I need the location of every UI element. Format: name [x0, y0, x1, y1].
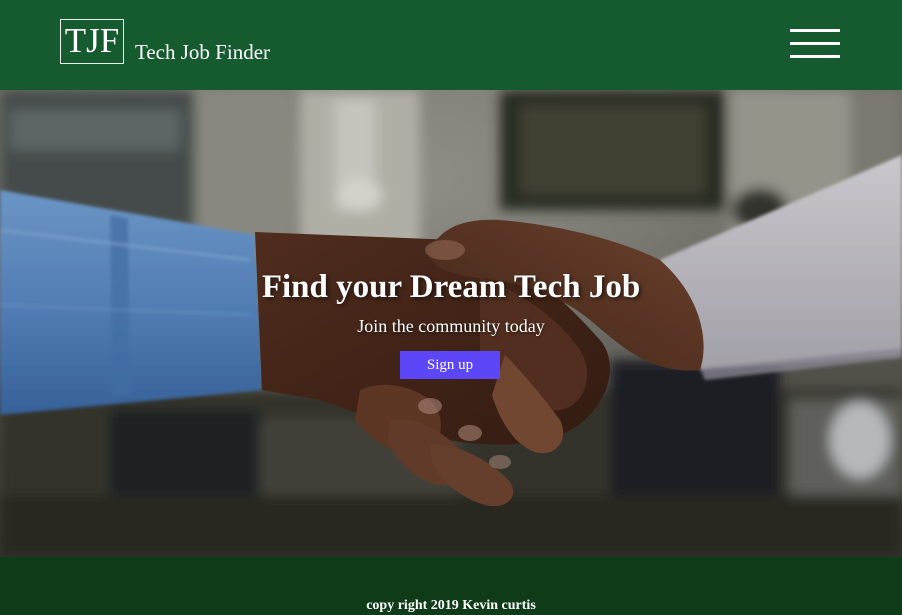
hero-title: Find your Dream Tech Job	[261, 269, 641, 305]
menu-bar	[790, 55, 840, 58]
copyright-text: copy right 2019 Kevin curtis	[366, 598, 536, 613]
menu-bar	[790, 29, 840, 32]
menu-bar	[790, 42, 840, 45]
hamburger-menu-icon[interactable]	[790, 27, 840, 61]
site-header: TJF Tech Job Finder	[0, 0, 902, 90]
hero-subtitle: Join the community today	[357, 316, 545, 336]
logo[interactable]: TJF	[60, 19, 124, 64]
brand-name[interactable]: Tech Job Finder	[135, 40, 270, 64]
hero-section: Find your Dream Tech Job Join the commun…	[0, 90, 902, 557]
site-footer: copy right 2019 Kevin curtis	[0, 557, 902, 615]
signup-button[interactable]: Sign up	[400, 351, 500, 379]
